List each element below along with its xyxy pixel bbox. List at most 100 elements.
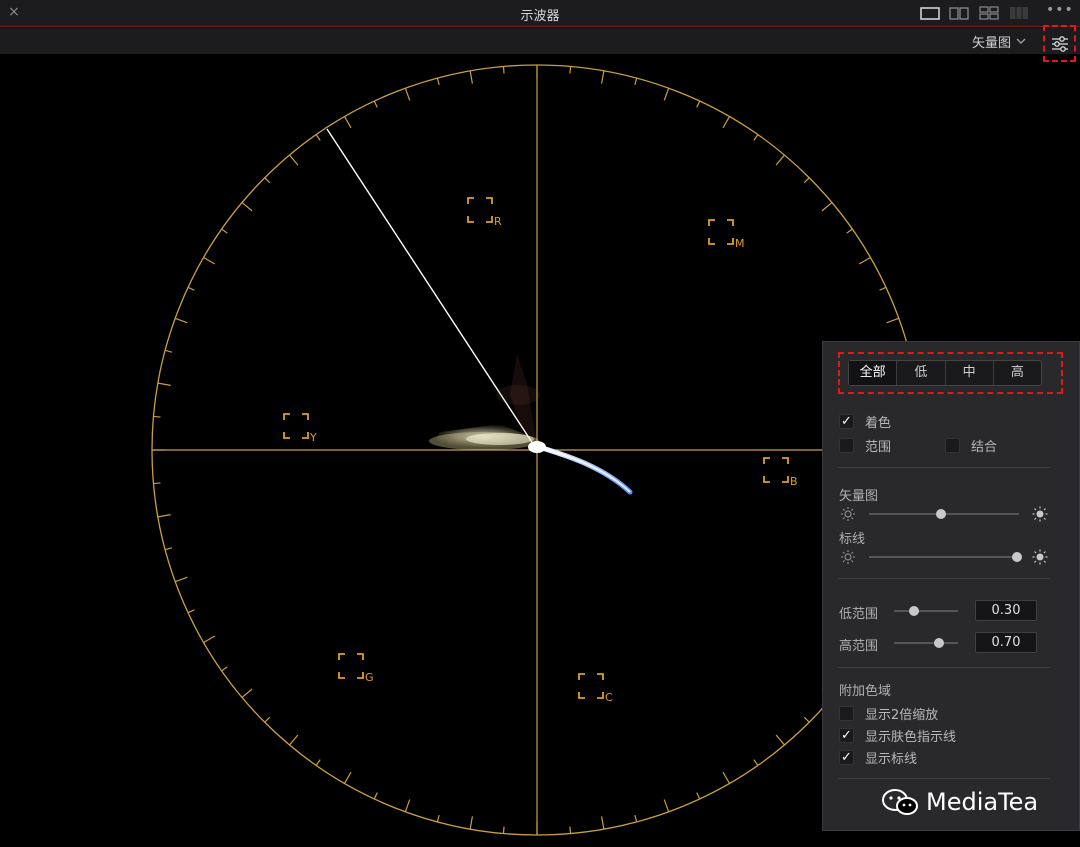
graticule-tick [164,349,173,353]
slider-knob[interactable] [909,606,919,616]
slider-track[interactable] [894,610,958,612]
target-bracket [578,673,604,699]
graticule-tick [753,134,759,141]
graticule-tick [886,317,899,324]
scope-toolbar: 矢量图 [0,28,1080,54]
target-label: B [790,475,798,488]
graticule-tick [879,286,887,291]
graticule-tick [373,792,378,800]
graticule-tick [469,70,473,84]
graticule-tick [187,286,195,291]
combine-label: 结合 [971,439,998,455]
vectorscope-trace [429,354,633,495]
combine-check-box[interactable] [945,437,960,453]
slider-track[interactable] [894,642,958,644]
graticule-tick [373,100,378,108]
watermark: MediaTea [880,786,1038,818]
target-m: M [708,219,745,250]
target-b: B [763,457,798,488]
vectorscope-brightness-slider[interactable] [838,506,1050,522]
graticule-brightness-title: 标线 [839,532,866,547]
graticule-tick [722,771,731,784]
more-options-button[interactable]: ••• [1046,3,1073,21]
range-tab-mid[interactable]: 中 [946,361,994,385]
show-2x-zoom-check-box[interactable] [839,705,854,721]
graticule-tick [469,816,473,830]
show-skin-line-checkbox[interactable]: ✓ 显示肤色指示线 [839,726,957,745]
colorize-label: 着色 [865,415,892,431]
target-bracket [708,219,734,245]
graticule-tick [221,228,228,234]
scope-type-dropdown[interactable]: 矢量图 [972,32,1027,51]
graticule-tick [696,792,701,800]
colorize-check-box[interactable]: ✓ [839,413,854,429]
graticule-tick [663,88,670,101]
quad-layout-icon[interactable] [977,4,1001,22]
slider-knob[interactable] [1012,552,1022,562]
graticule-tick [696,100,701,108]
graticule-tick [502,66,505,74]
show-graticule-checkbox[interactable]: ✓ 显示标线 [839,748,917,767]
graticule-tick [569,826,572,834]
graticule-tick [404,88,411,101]
target-r: R [467,197,502,228]
graticule-tick [846,228,853,234]
chevron-down-icon [1016,38,1026,44]
graticule-tick [569,66,572,74]
show-graticule-check-box[interactable]: ✓ [839,749,854,765]
graticule-tick [436,77,440,86]
range-segmented-control: 全部 低 中 高 [848,360,1042,386]
range-checkbox[interactable]: 范围 [839,436,892,455]
graticule-tick [858,256,871,265]
divider [838,667,1050,668]
graticule-tick [343,771,352,784]
combine-checkbox[interactable]: 结合 [945,436,998,455]
graticule-brightness-slider[interactable] [838,549,1050,565]
low-range-value-field[interactable]: 0.30 [975,600,1037,621]
graticule-tick [157,514,171,518]
bright-sun-icon [1032,549,1048,565]
single-layout-icon[interactable] [918,4,942,22]
graticule-tick [634,814,638,823]
slider-track[interactable] [869,556,1019,558]
graticule-tick [241,688,253,698]
range-tab-high[interactable]: 高 [994,361,1041,385]
multi-layout-icon[interactable] [1007,4,1031,22]
graticule-tick [436,814,440,823]
range-tabs-highlight: 全部 低 中 高 [838,352,1063,394]
dim-sun-icon [841,507,855,521]
dim-sun-icon [841,550,855,564]
range-label: 范围 [865,439,892,455]
show-skin-line-label: 显示肤色指示线 [865,729,957,745]
range-tab-low[interactable]: 低 [897,361,946,385]
range-tab-all[interactable]: 全部 [849,361,898,385]
graticule-tick [803,716,810,723]
target-c: C [578,673,613,704]
target-bracket [467,197,493,223]
range-check-box[interactable] [839,437,854,453]
high-range-value-field[interactable]: 0.70 [975,632,1037,653]
show-skin-line-check-box[interactable]: ✓ [839,727,854,743]
colorize-checkbox[interactable]: ✓ 着色 [839,412,892,431]
graticule-tick [221,666,228,672]
slider-knob[interactable] [936,509,946,519]
graticule-tick [663,799,670,812]
graticule-tick [241,202,253,212]
target-label: Y [309,431,317,444]
dual-layout-icon[interactable] [947,4,971,22]
slider-knob[interactable] [934,638,944,648]
scope-settings-panel: 全部 低 中 高 ✓ 着色 范围 结合 矢量图 标线 低范围 0.30 高范围 [822,341,1080,831]
title-bar: × 示波器 ••• [0,0,1080,27]
graticule-tick [343,116,352,129]
target-bracket [763,457,789,483]
graticule-tick [203,256,216,265]
target-label: G [365,671,374,684]
wechat-logo-icon [882,789,918,815]
target-g: G [338,653,374,684]
show-2x-zoom-checkbox[interactable]: 显示2倍缩放 [839,704,938,723]
vectorscope-brightness-title: 矢量图 [839,489,879,504]
target-bracket [283,413,309,439]
graticule-tick [502,826,505,834]
target-label: M [735,237,745,250]
graticule-tick [775,154,785,166]
